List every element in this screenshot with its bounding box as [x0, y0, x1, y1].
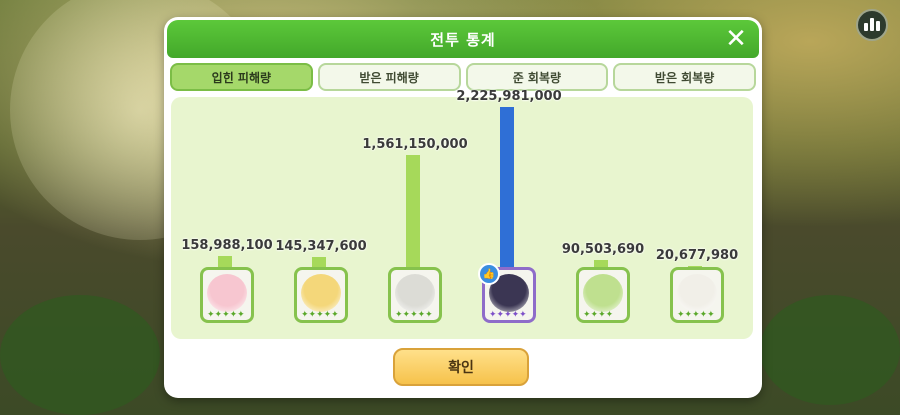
- chart-column: 2,225,981,000 ✦✦✦✦✦ 👍: [456, 89, 562, 339]
- bar-chart-icon: [876, 21, 880, 31]
- character-card[interactable]: ✦✦✦✦✦: [200, 267, 254, 323]
- chart-column: 158,988,100 ✦✦✦✦✦: [180, 97, 274, 339]
- damage-bar: [406, 155, 420, 267]
- damage-chart-panel: 158,988,100 ✦✦✦✦✦ 145,347,600 ✦✦✦✦✦ 1,561,15…: [171, 89, 753, 339]
- tab-damage-taken[interactable]: 받은 피해량: [317, 63, 461, 91]
- tab-healing-received[interactable]: 받은 회복량: [613, 63, 756, 91]
- tab-damage-dealt[interactable]: 입힌 피해량: [170, 63, 313, 91]
- star-rating-icon: ✦✦✦✦✦: [207, 310, 245, 320]
- damage-bar: [594, 260, 608, 267]
- damage-bar: [312, 257, 326, 267]
- chart-column: 20,677,980 ✦✦✦✦✦: [650, 97, 744, 339]
- star-rating-icon: ✦✦✦✦: [583, 310, 614, 320]
- pink-haired-character-portrait: [207, 274, 247, 312]
- star-rating-icon: ✦✦✦✦✦: [489, 310, 527, 320]
- star-rating-icon: ✦✦✦✦✦: [395, 310, 433, 320]
- foliage-decoration: [0, 295, 160, 415]
- stats-toggle-button[interactable]: [856, 9, 888, 41]
- character-card[interactable]: ✦✦✦✦✦: [294, 267, 348, 323]
- chart-column: 1,561,150,000 ✦✦✦✦✦: [362, 97, 468, 339]
- close-icon[interactable]: ✕: [723, 26, 749, 52]
- damage-bar: [500, 107, 514, 267]
- stats-tabs: 입힌 피해량 받은 피해량 준 회복량 받은 회복량: [170, 63, 756, 91]
- dialog-title: 전투 통계: [430, 30, 496, 49]
- damage-value-label: 145,347,600: [275, 239, 367, 254]
- bar-chart-icon: [864, 23, 868, 31]
- character-card[interactable]: ✦✦✦✦: [576, 267, 630, 323]
- character-card[interactable]: ✦✦✦✦✦: [670, 267, 724, 323]
- dialog-header: 전투 통계 ✕: [167, 20, 759, 58]
- blonde-character-portrait: [301, 274, 341, 312]
- character-card[interactable]: ✦✦✦✦✦: [388, 267, 442, 323]
- damage-value-label: 1,561,150,000: [362, 137, 468, 152]
- foliage-decoration: [760, 295, 900, 405]
- star-rating-icon: ✦✦✦✦✦: [301, 310, 339, 320]
- chart-column: 90,503,690 ✦✦✦✦: [556, 97, 650, 339]
- damage-value-label: 20,677,980: [655, 248, 739, 263]
- white-flower-character-portrait: [677, 274, 717, 312]
- green-haired-character-portrait: [583, 274, 623, 312]
- thumbs-up-icon: 👍: [478, 263, 500, 285]
- damage-value-label: 2,225,981,000: [456, 89, 562, 104]
- battle-stats-dialog: 전투 통계 ✕ 입힌 피해량 받은 피해량 준 회복량 받은 회복량 158,9…: [164, 17, 762, 398]
- white-haired-character-portrait: [395, 274, 435, 312]
- tab-healing-given[interactable]: 준 회복량: [465, 63, 609, 91]
- confirm-button[interactable]: 확인: [393, 348, 529, 386]
- bar-chart-icon: [870, 18, 874, 31]
- chart-column: 145,347,600 ✦✦✦✦✦: [274, 97, 368, 339]
- star-rating-icon: ✦✦✦✦✦: [677, 310, 715, 320]
- damage-bar: [218, 256, 232, 267]
